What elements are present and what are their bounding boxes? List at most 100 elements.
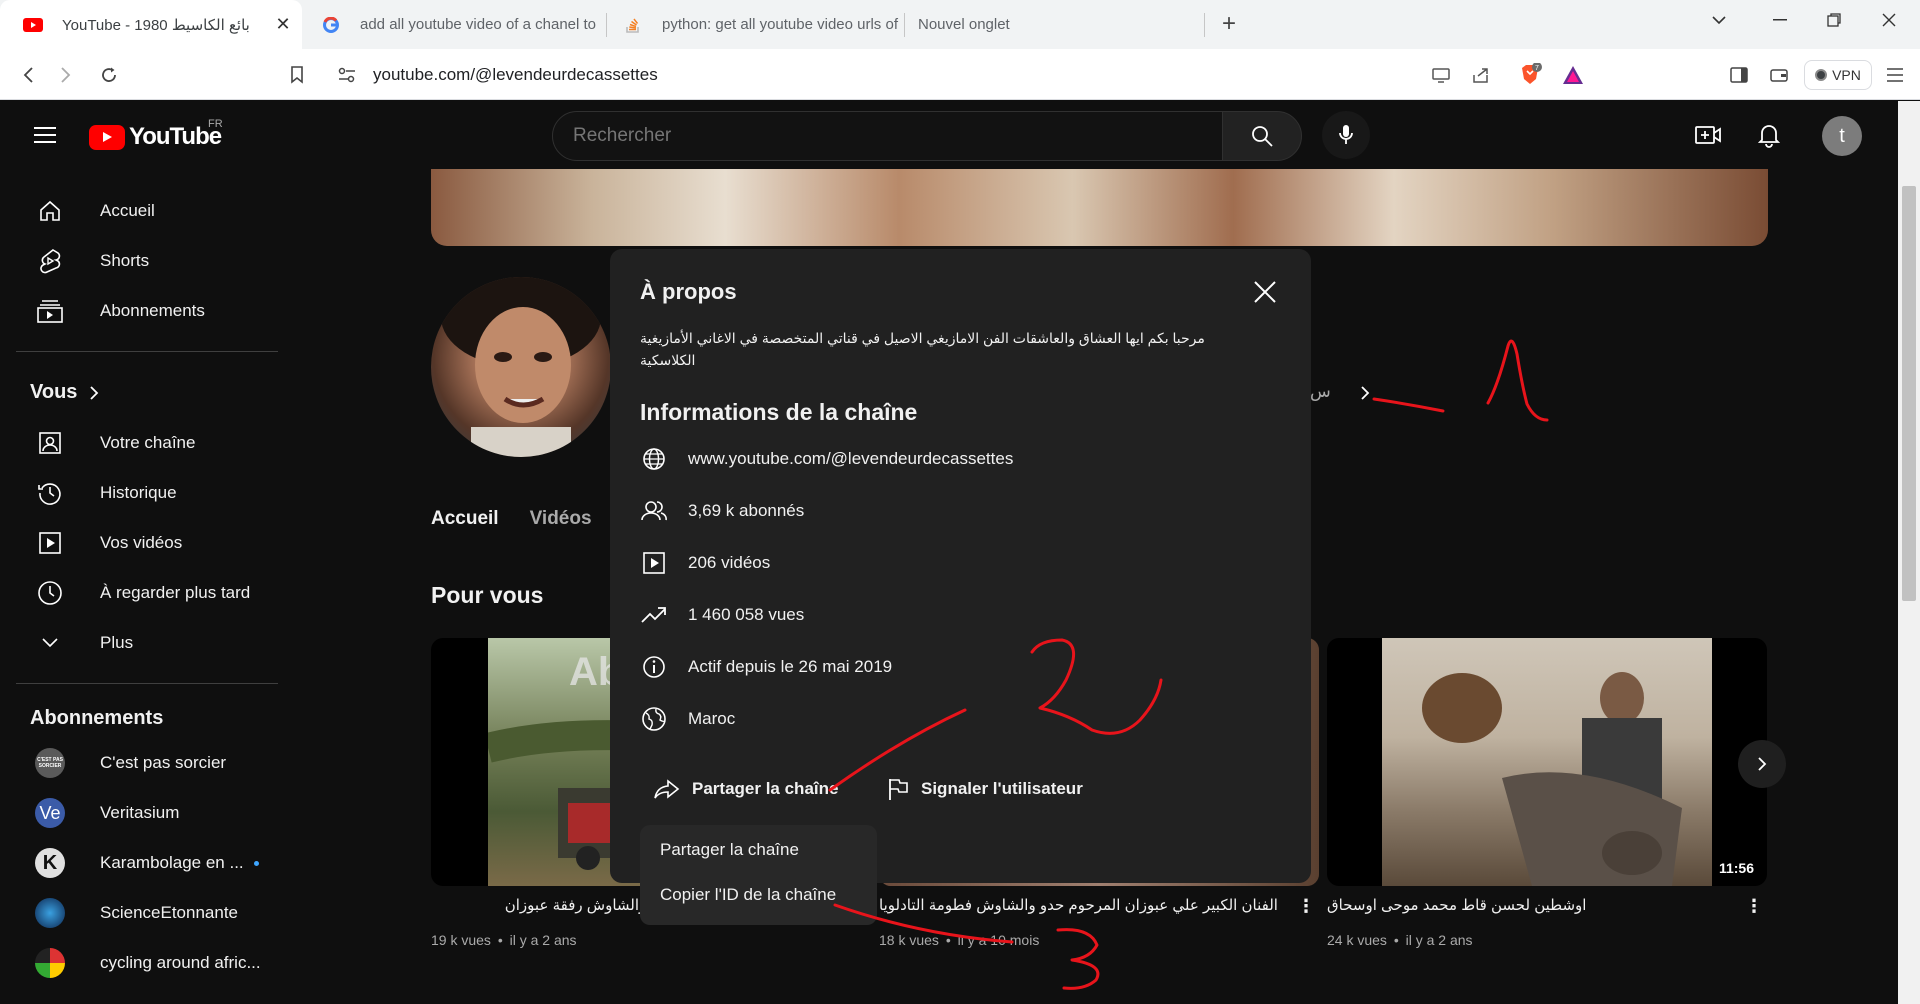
cast-icon[interactable] xyxy=(1428,49,1454,100)
subscription-avatar: Ve xyxy=(35,798,65,828)
sidebar-item-label: Votre chaîne xyxy=(100,433,196,452)
sidebar-subscription-item[interactable]: ScienceEtonnante xyxy=(12,889,282,937)
subscriptions-icon xyxy=(30,299,70,323)
tab-search-chevron-icon[interactable] xyxy=(1692,0,1746,40)
brave-shields-icon[interactable]: 7 xyxy=(1515,49,1545,100)
sidebar-item-votre-chaine[interactable]: Votre chaîne xyxy=(12,419,282,467)
youtube-logo[interactable]: YouTube xyxy=(89,123,222,151)
sidebar-subscription-item[interactable]: Ve Veritasium xyxy=(12,789,282,837)
vpn-button[interactable]: VPN xyxy=(1804,60,1872,90)
sidebar-section-vous[interactable]: Vous xyxy=(30,381,99,404)
notifications-bell-icon[interactable] xyxy=(1745,111,1793,159)
guide-menu-icon[interactable] xyxy=(21,111,69,159)
sidebar-item-label: Karambolage en ... xyxy=(100,853,244,872)
sidebar-item-label: ScienceEtonnante xyxy=(100,903,238,922)
sidebar-item-plus[interactable]: Plus xyxy=(12,619,282,667)
sidebar-divider xyxy=(16,683,278,684)
address-bar[interactable]: youtube.com/@levendeurdecassettes xyxy=(373,49,658,100)
info-row-subscribers: 3,69 k abonnés xyxy=(640,497,804,525)
video-more-icon[interactable]: ⋮ xyxy=(1296,896,1316,916)
sidebar-item-abonnements[interactable]: Abonnements xyxy=(12,287,282,335)
close-tab-icon[interactable]: ✕ xyxy=(270,14,296,35)
search-icon xyxy=(1252,126,1273,147)
minimize-icon[interactable] xyxy=(1753,0,1807,40)
report-user-button[interactable]: Signaler l'utilisateur xyxy=(887,769,1083,809)
user-avatar[interactable]: t xyxy=(1822,116,1862,156)
thumbnail-image xyxy=(1382,638,1712,886)
your-videos-icon xyxy=(30,531,70,555)
video-thumbnail[interactable]: 11:56 xyxy=(1327,638,1767,886)
voice-search-button[interactable] xyxy=(1322,111,1370,159)
your-channel-icon xyxy=(30,431,70,455)
sidebar-item-label: Shorts xyxy=(100,251,150,270)
sidebar-item-accueil[interactable]: Accueil xyxy=(12,187,282,235)
info-text: 206 vidéos xyxy=(688,553,771,572)
video-title[interactable]: الفنان الكبير علي عبوزان المرحوم حدو وال… xyxy=(879,896,1278,914)
tab-accueil[interactable]: Accueil xyxy=(431,508,499,530)
sidebar-item-label: Abonnements xyxy=(100,301,205,320)
bookmark-icon[interactable] xyxy=(283,49,311,100)
section-label: Vous xyxy=(30,381,78,403)
info-row-url[interactable]: www.youtube.com/@levendeurdecassettes xyxy=(640,445,1013,473)
vpn-status-icon xyxy=(1815,69,1828,81)
menu-item-copy-channel-id[interactable]: Copier l'ID de la chaîne xyxy=(660,885,836,905)
sidebar-item-label: Historique xyxy=(100,483,177,502)
back-icon[interactable] xyxy=(12,49,44,100)
location-globe-icon xyxy=(640,705,668,733)
video-views: 18 k vues xyxy=(879,932,939,948)
channel-info-title: Informations de la chaîne xyxy=(640,399,918,425)
site-settings-icon[interactable] xyxy=(335,49,359,100)
tab-youtube[interactable]: YouTube - 1980 بائع الكاسيط ✕ xyxy=(0,0,302,49)
search-input[interactable] xyxy=(573,112,1193,160)
search-box xyxy=(552,111,1223,161)
sidebar-item-shorts[interactable]: Shorts xyxy=(12,237,282,285)
wallet-icon[interactable] xyxy=(1766,49,1792,100)
share-page-icon[interactable] xyxy=(1468,49,1494,100)
brave-rewards-icon[interactable] xyxy=(1558,49,1588,100)
chevron-right-icon xyxy=(90,385,99,400)
tab-stackoverflow[interactable]: python: get all youtube video urls of xyxy=(606,0,904,49)
share-channel-button[interactable]: Partager la chaîne xyxy=(654,769,838,809)
carousel-next-button[interactable] xyxy=(1738,740,1786,788)
stackoverflow-icon xyxy=(622,17,644,33)
search-button[interactable] xyxy=(1222,111,1302,161)
browser-toolbar: youtube.com/@levendeurdecassettes 7 VPN xyxy=(0,49,1920,100)
new-content-dot xyxy=(253,860,259,866)
tab-videos[interactable]: Vidéos xyxy=(530,508,592,530)
channel-avatar[interactable] xyxy=(431,277,611,457)
chevron-right-icon xyxy=(1758,757,1767,771)
chevron-down-icon xyxy=(30,637,70,649)
globe-icon xyxy=(640,445,668,473)
sidebar-item-label: C'est pas sorcier xyxy=(100,753,227,772)
reload-icon[interactable] xyxy=(92,49,126,100)
close-window-icon[interactable] xyxy=(1862,0,1916,40)
sidebar-item-historique[interactable]: Historique xyxy=(12,469,282,517)
subscription-avatar: C'EST PAS SORCIER xyxy=(35,748,65,778)
info-text: Maroc xyxy=(688,709,736,728)
video-title[interactable]: اوشطين لحسن قاط محمد موحى اوسحاق xyxy=(1327,896,1586,914)
sidebar-toggle-icon[interactable] xyxy=(1726,49,1752,100)
watch-later-icon xyxy=(30,580,70,606)
channel-header-more[interactable]: س xyxy=(1310,382,1370,402)
tab-google[interactable]: add all youtube video of a chanel to xyxy=(302,0,602,49)
menu-item-share-channel[interactable]: Partager la chaîne xyxy=(660,840,799,860)
close-icon[interactable] xyxy=(1250,277,1280,307)
sidebar-subscription-item[interactable]: cycling around afric... xyxy=(12,939,282,987)
restore-icon[interactable] xyxy=(1807,0,1861,40)
microphone-icon xyxy=(1339,125,1353,144)
share-submenu: Partager la chaîne Copier l'ID de la cha… xyxy=(640,825,877,925)
video-more-icon[interactable]: ⋮ xyxy=(1744,896,1764,916)
forward-icon[interactable] xyxy=(50,49,82,100)
menu-icon[interactable] xyxy=(1880,49,1910,100)
section-label: Abonnements xyxy=(30,707,164,729)
sidebar-subscription-item[interactable]: K Karambolage en ... xyxy=(12,839,282,887)
new-tab-button[interactable]: + xyxy=(1202,4,1256,44)
region-code: FR xyxy=(208,118,223,130)
sidebar-item-regarder-plus-tard[interactable]: À regarder plus tard xyxy=(12,569,282,617)
tab-new[interactable]: Nouvel onglet xyxy=(904,0,1204,49)
sidebar-item-vos-videos[interactable]: Vos vidéos xyxy=(12,519,282,567)
scrollbar-thumb[interactable] xyxy=(1902,186,1916,601)
create-video-icon[interactable] xyxy=(1684,111,1732,159)
sidebar-subscription-item[interactable]: C'EST PAS SORCIER C'est pas sorcier xyxy=(12,739,282,787)
channel-avatar-icon: C'EST PAS SORCIER xyxy=(30,748,70,778)
